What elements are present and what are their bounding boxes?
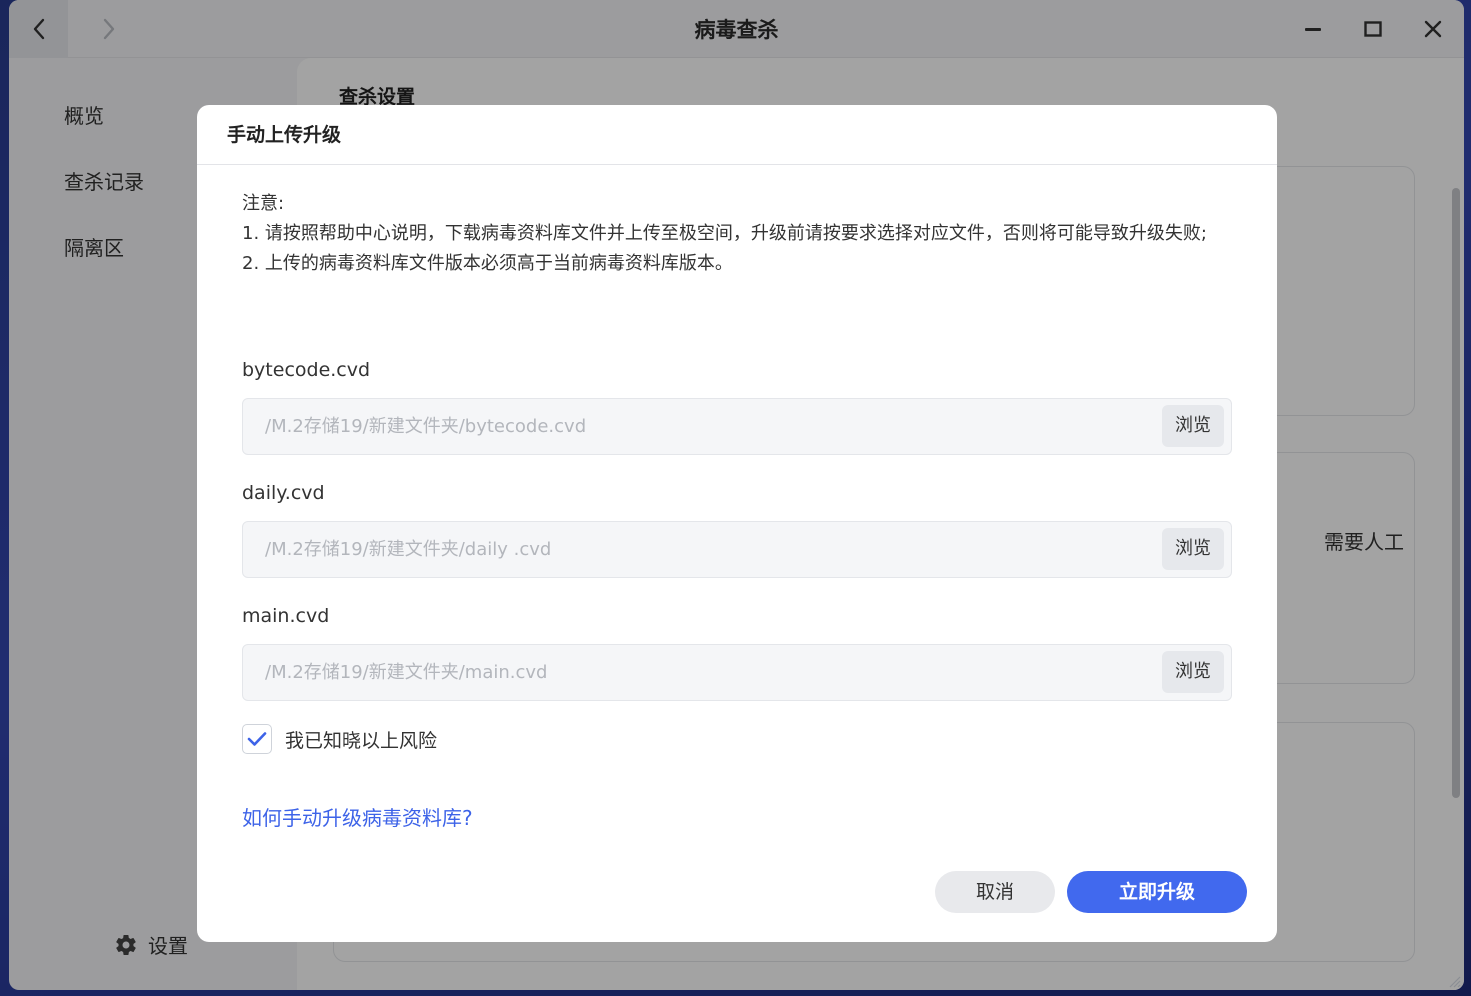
bytecode-file-field[interactable]: /M.2存储19/新建文件夹/bytecode.cvd 浏览	[242, 398, 1232, 455]
daily-file-field[interactable]: /M.2存储19/新建文件夹/daily .cvd 浏览	[242, 521, 1232, 578]
checkmark-icon	[247, 732, 267, 746]
resize-grip-icon[interactable]	[1447, 974, 1461, 988]
bytecode-file-label: bytecode.cvd	[242, 359, 371, 381]
cancel-button[interactable]: 取消	[935, 871, 1055, 913]
file-path-value: /M.2存储19/新建文件夹/bytecode.cvd	[265, 416, 587, 437]
browse-button[interactable]: 浏览	[1162, 528, 1224, 570]
upgrade-now-button[interactable]: 立即升级	[1067, 871, 1247, 913]
notice-line-1: 1. 请按照帮助中心说明，下载病毒资料库文件并上传至极空间，升级前请按要求选择对…	[242, 223, 1207, 244]
file-path-value: /M.2存储19/新建文件夹/daily .cvd	[265, 539, 552, 560]
notice-heading: 注意:	[242, 193, 285, 214]
main-file-label: main.cvd	[242, 605, 330, 627]
dialog-title: 手动上传升级	[197, 105, 1277, 165]
risk-ack-checkbox[interactable]	[242, 724, 272, 754]
daily-file-label: daily.cvd	[242, 482, 325, 504]
main-file-field[interactable]: /M.2存储19/新建文件夹/main.cvd 浏览	[242, 644, 1232, 701]
file-path-value: /M.2存储19/新建文件夹/main.cvd	[265, 662, 548, 683]
notice-block: 注意: 1. 请按照帮助中心说明，下载病毒资料库文件并上传至极空间，升级前请按要…	[242, 189, 1232, 279]
help-link[interactable]: 如何手动升级病毒资料库?	[242, 802, 473, 831]
browse-button[interactable]: 浏览	[1162, 405, 1224, 447]
browse-button[interactable]: 浏览	[1162, 651, 1224, 693]
notice-line-2: 2. 上传的病毒资料库文件版本必须高于当前病毒资料库版本。	[242, 253, 733, 274]
manual-upgrade-dialog: 手动上传升级 注意: 1. 请按照帮助中心说明，下载病毒资料库文件并上传至极空间…	[197, 105, 1277, 942]
risk-ack-row[interactable]: 我已知晓以上风险	[242, 724, 437, 754]
risk-ack-label: 我已知晓以上风险	[285, 729, 438, 752]
